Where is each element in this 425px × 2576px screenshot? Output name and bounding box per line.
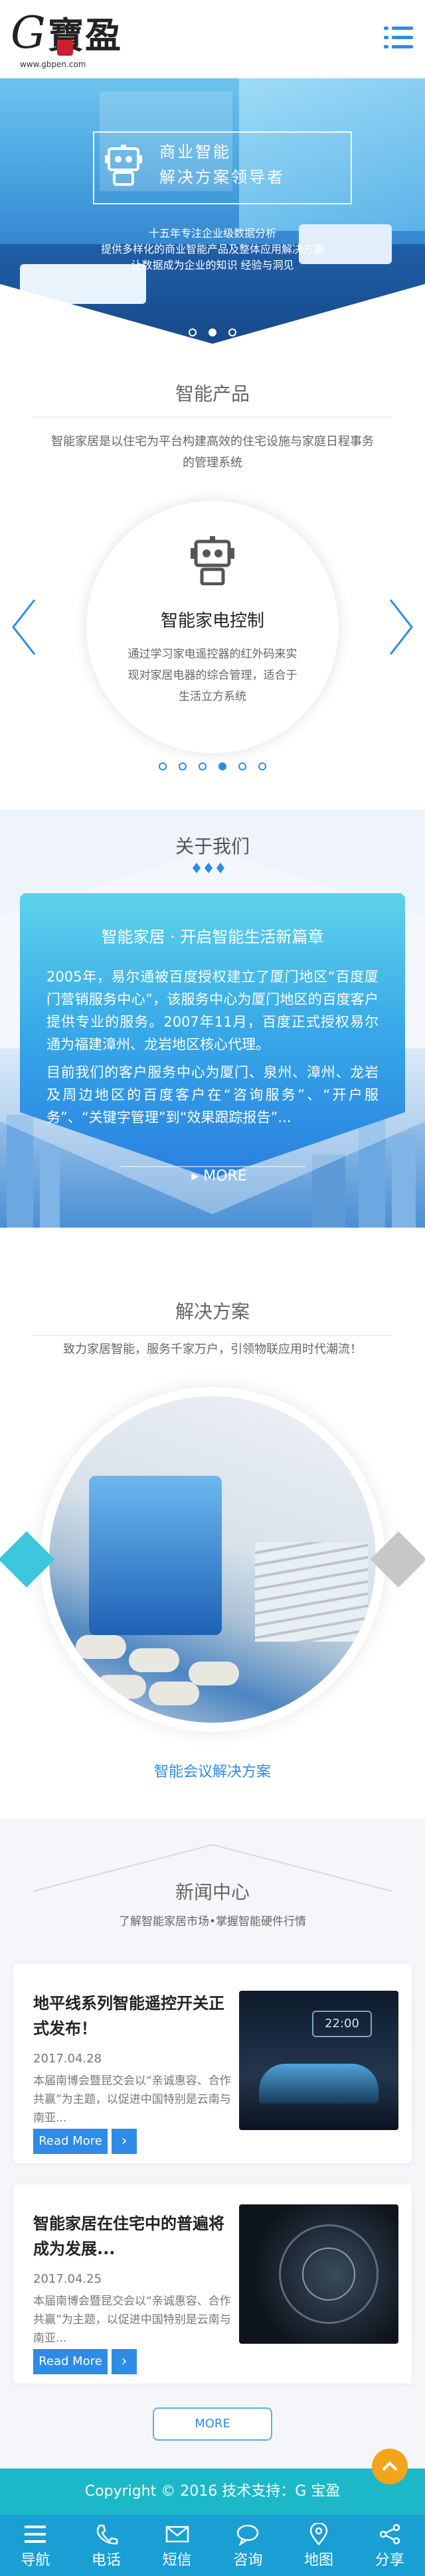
chevron-right-icon[interactable] [388, 597, 414, 657]
hero-badge-text: 商业智能 解决方案领导者 [159, 139, 285, 190]
hero-slogan: 十五年专注企业级数据分析 提供多样化的商业智能产品及整体应用解决方案 让数据成为… [0, 226, 425, 273]
hero-pagination [0, 326, 425, 339]
chat-icon [237, 2524, 259, 2545]
nav-label: 分享 [375, 2552, 404, 2569]
chevron-up-icon [382, 2461, 398, 2471]
nav-label: 短信 [162, 2552, 192, 2569]
robot-icon [105, 145, 142, 186]
mail-icon [165, 2526, 189, 2543]
menu-icon [25, 2526, 46, 2543]
about-heading: 智能家居 · 开启智能生活新篇章 [101, 928, 324, 946]
product-desc: 通过学习家电遥控器的红外码来实现对家居电器的综合管理，适合于生活立方系统 [128, 648, 298, 703]
about-para-1: 2005年，易尔通被百度授权建立了厦门地区“百度厦门营销服务中心”，该服务中心为… [46, 969, 379, 1052]
solution-glass-wall [89, 1476, 222, 1635]
hero-dot[interactable] [189, 328, 197, 336]
hero-slogan-line2: 提供多样化的商业智能产品及整体应用解决方案 [100, 243, 324, 255]
about-body: 2005年，易尔通被百度授权建立了厦门地区“百度厦门营销服务中心”，该服务中心为… [46, 966, 379, 1134]
nav-item-phone[interactable]: 电话 [71, 2515, 142, 2576]
news-item-text: 本届南博会暨昆交会以“亲诚惠容、合作共赢”为主题，以促进中国特别是云南与南亚..… [33, 2074, 231, 2125]
diamond-divider-icon [193, 863, 224, 873]
hero-badge-line2: 解决方案领导者 [159, 168, 285, 186]
news-item-image[interactable]: 22:00 [239, 1991, 398, 2130]
hero-dot[interactable] [228, 328, 236, 336]
product-dot[interactable] [199, 762, 207, 770]
product-name: 智能家电控制 [160, 611, 264, 631]
nav-item-sms[interactable]: 短信 [141, 2515, 212, 2576]
news-item-title[interactable]: 智能家居在住宅中的普遍将成为发展... [33, 2211, 232, 2261]
solution-image [49, 1396, 376, 1723]
news-item-date: 2017.04.28 [33, 2052, 102, 2066]
logo-url: www.gbpen.com [20, 60, 86, 69]
nav-item-menu[interactable]: 导航 [0, 2515, 71, 2576]
nav-label: 咨询 [233, 2552, 263, 2569]
about-more-label: MORE [203, 1168, 247, 1184]
back-to-top-button[interactable] [372, 2449, 408, 2484]
nav-item-share[interactable]: 分享 [354, 2515, 425, 2576]
product-dot[interactable] [238, 762, 246, 770]
news-item-text: 本届南博会暨昆交会以“亲诚惠容、合作共赢”为主题，以促进中国特别是云南与南亚..… [33, 2295, 231, 2345]
news-item[interactable]: 智能家居在住宅中的普遍将成为发展... 2017.04.25 本届南博会暨昆交会… [13, 2184, 412, 2384]
read-more-button[interactable]: Read More [33, 2349, 108, 2374]
site-logo[interactable]: G 寶盈 www.gbpen.com [11, 7, 170, 70]
news-more-button[interactable]: MORE [153, 2407, 272, 2441]
news-desc: 了解智能家居市场•掌握智能硬件行情 [118, 1915, 307, 1928]
solutions-title: 解决方案 [175, 1301, 250, 1323]
about-more-link[interactable]: ▸ MORE [179, 1168, 259, 1184]
product-dot-active[interactable] [218, 762, 226, 770]
nav-item-map[interactable]: 地图 [284, 2515, 355, 2576]
page: G 寶盈 www.gbpen.com 商业智能 解决方案领导者 十五年专注企业级… [0, 0, 425, 2576]
solution-card[interactable] [40, 1387, 385, 1732]
share-icon [379, 2524, 400, 2545]
chevron-right-icon[interactable]: › [112, 2349, 137, 2374]
bottom-nav: 导航 电话 短信 咨询 地图 分享 [0, 2515, 425, 2576]
menu-icon[interactable] [384, 25, 413, 50]
solution-caption[interactable]: 智能会议解决方案 [0, 1760, 425, 1781]
news-item-image[interactable] [239, 2204, 398, 2344]
news-item[interactable]: 地平线系列智能遥控开关正式发布！ 2017.04.28 本届南博会暨昆交会以“亲… [13, 1964, 412, 2163]
product-dot[interactable] [159, 762, 167, 770]
nav-label: 电话 [92, 2552, 122, 2569]
read-more-button[interactable]: Read More [33, 2129, 108, 2154]
caret-right-icon: ▸ [191, 1168, 204, 1184]
logo-g: G [11, 7, 46, 58]
nav-item-consult[interactable]: 咨询 [212, 2515, 284, 2576]
nav-label: 导航 [21, 2552, 50, 2569]
map-pin-icon [309, 2523, 328, 2545]
product-dot[interactable] [258, 762, 266, 770]
solution-staircase [255, 1542, 368, 1642]
phone-icon [96, 2524, 118, 2545]
solutions-desc: 致力家居智能，服务千家万户，引领物联应用时代潮流！ [63, 1342, 362, 1356]
hero-banner[interactable]: 商业智能 解决方案领导者 十五年专注企业级数据分析 提供多样化的商业智能产品及整… [0, 78, 425, 344]
news-title: 新闻中心 [175, 1881, 250, 1903]
products-desc: 智能家居是以住宅为平台构建高效的住宅设施与家庭日程事务的管理系统 [51, 435, 374, 470]
site-header: G 寶盈 www.gbpen.com [0, 0, 425, 78]
hero-dot-active[interactable] [209, 328, 216, 336]
product-dot[interactable] [179, 762, 187, 770]
hero-slogan-line3: 让数据成为企业的知识 经验与洞见 [131, 259, 294, 271]
about-title: 关于我们 [175, 835, 250, 857]
news-item-date: 2017.04.25 [33, 2272, 102, 2286]
about-para-2: 目前我们的客户服务中心为厦门、泉州、漳州、龙岩及周边地区的百度客户在“咨询服务”… [46, 1064, 379, 1125]
hero-slogan-line1: 十五年专注企业级数据分析 [148, 227, 276, 240]
chevron-left-icon[interactable] [11, 597, 37, 657]
products-pagination [0, 760, 425, 773]
news-item-title[interactable]: 地平线系列智能遥控开关正式发布！ [33, 1991, 232, 2041]
hero-badge-line1: 商业智能 [159, 143, 231, 161]
products-title: 智能产品 [175, 383, 250, 405]
solutions-divider [33, 1335, 392, 1336]
news-image-clock: 22:00 [312, 2011, 372, 2037]
copyright: Copyright © 2016 技术支持：G 宝盈 [0, 2469, 425, 2515]
nav-label: 地图 [304, 2552, 334, 2569]
robot-icon [191, 536, 234, 585]
chevron-right-icon[interactable]: › [112, 2129, 137, 2154]
logo-seal [57, 40, 73, 56]
